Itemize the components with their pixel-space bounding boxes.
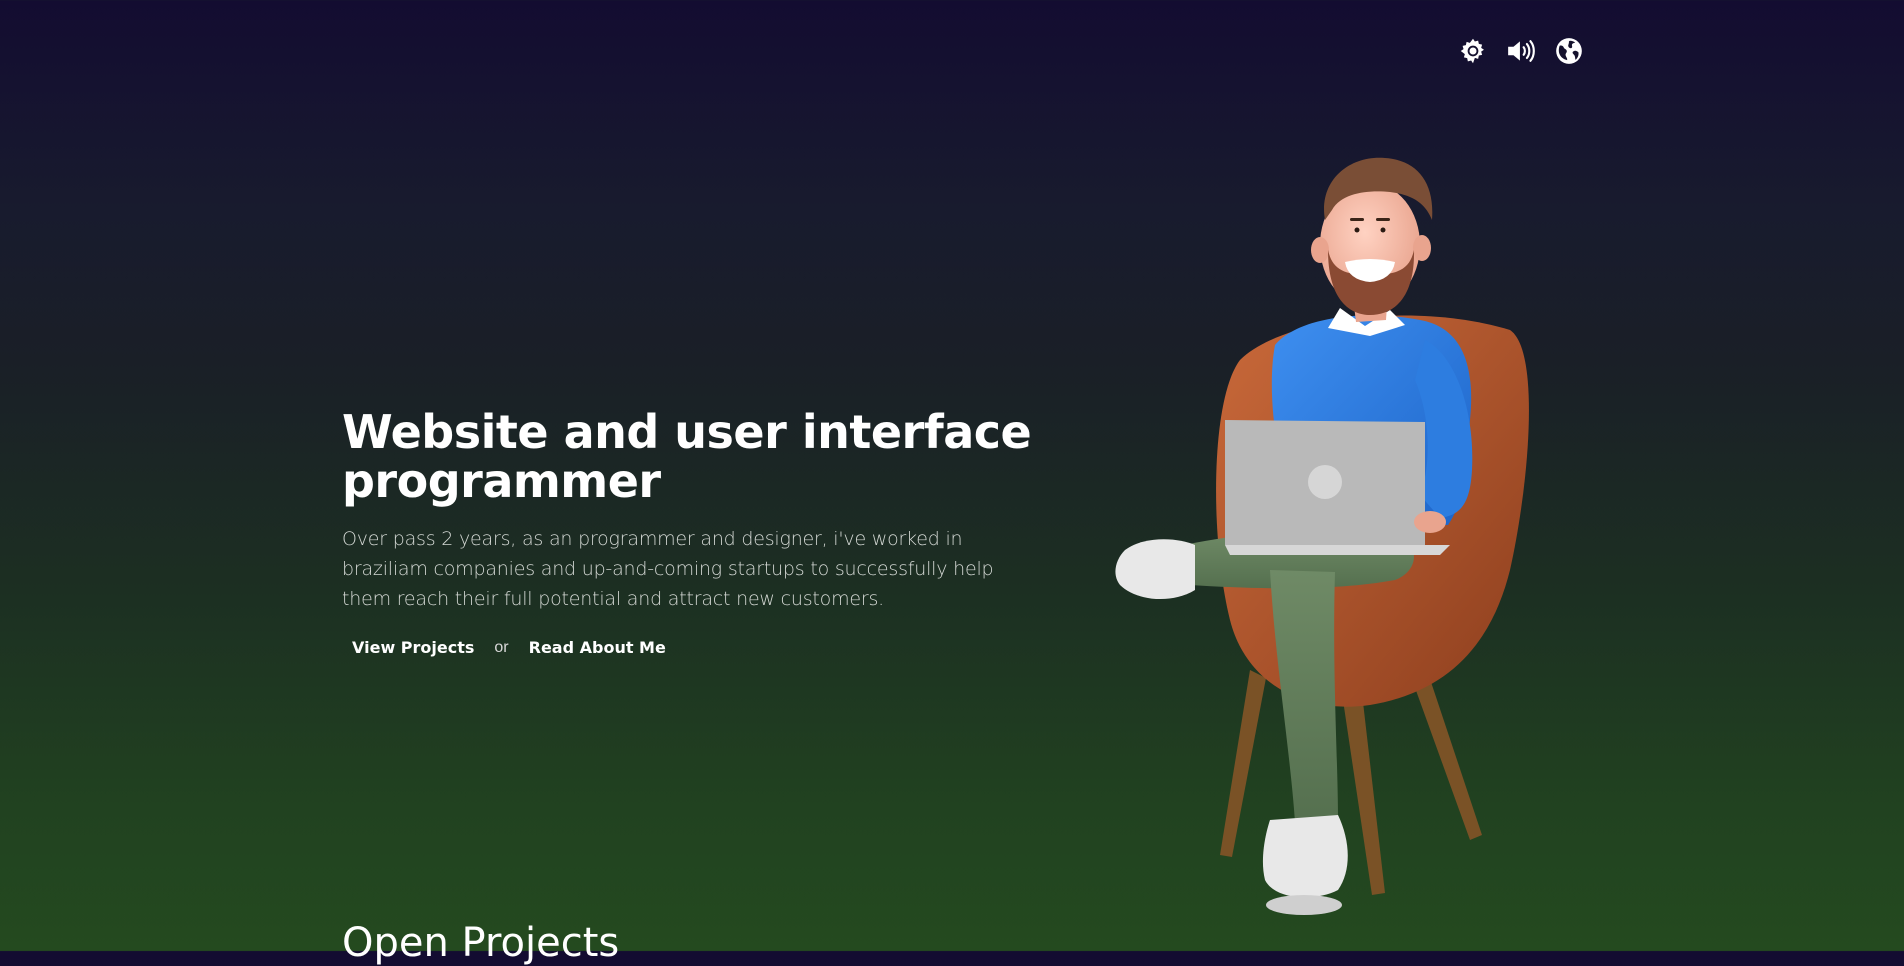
hero-actions: View Projects or Read About Me: [352, 638, 1042, 657]
gear-icon: [1460, 38, 1484, 64]
language-button[interactable]: [1554, 36, 1584, 66]
links-separator: or: [494, 638, 509, 656]
volume-icon: [1508, 40, 1535, 62]
globe-icon: [1556, 38, 1582, 64]
theme-toggle-button[interactable]: [1458, 36, 1488, 66]
hero-title: Website and user interface programmer: [342, 405, 1032, 508]
open-projects-heading: Open Projects: [342, 920, 620, 966]
sound-toggle-button[interactable]: [1506, 36, 1536, 66]
hero-section: Website and user interface programmer Ov…: [342, 405, 1042, 658]
developer-illustration: [1115, 157, 1529, 915]
view-projects-link[interactable]: View Projects: [352, 638, 474, 657]
top-toolbar: [1458, 36, 1584, 66]
hero-description: Over pass 2 years, as an programmer and …: [342, 528, 994, 610]
read-about-me-link[interactable]: Read About Me: [529, 638, 666, 657]
